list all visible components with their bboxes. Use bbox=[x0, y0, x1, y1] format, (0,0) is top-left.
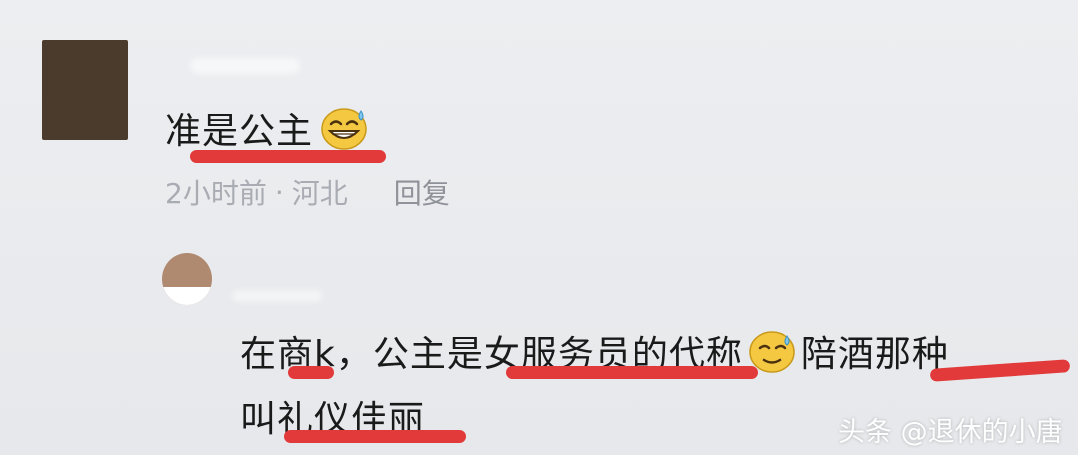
avatar-shirt bbox=[162, 287, 212, 305]
highlight-underline-5 bbox=[284, 430, 466, 443]
timestamp: 2小时前 bbox=[165, 177, 267, 210]
grinning-sweat-face-emoji-icon bbox=[319, 105, 369, 151]
highlight-underline-3 bbox=[506, 366, 758, 379]
reply-text-part-2: 陪酒那种 bbox=[800, 334, 949, 375]
highlight-underline-4 bbox=[929, 359, 1071, 382]
highlight-underline-2 bbox=[288, 366, 334, 379]
comment-screenshot: 准是公主 2小时前 · 河北 回复 在商k，公主是女服务员的代称 陪酒那种 叫礼… bbox=[0, 0, 1078, 455]
reply-username-blurred[interactable] bbox=[232, 290, 322, 302]
comment-text: 准是公主 bbox=[165, 102, 369, 154]
avatar[interactable] bbox=[42, 40, 128, 140]
meta-separator: · bbox=[274, 175, 284, 209]
highlight-underline-1 bbox=[190, 150, 386, 163]
comment-meta: 2小时前 · 河北 回复 bbox=[165, 172, 450, 212]
watermark: 头条 @退休的小唐 bbox=[838, 417, 1063, 448]
username-blurred[interactable] bbox=[190, 58, 300, 74]
location: 河北 bbox=[291, 177, 348, 210]
reply-avatar[interactable] bbox=[162, 253, 212, 305]
reply-button[interactable]: 回复 bbox=[394, 172, 450, 212]
comment-body: 准是公主 bbox=[165, 111, 314, 152]
